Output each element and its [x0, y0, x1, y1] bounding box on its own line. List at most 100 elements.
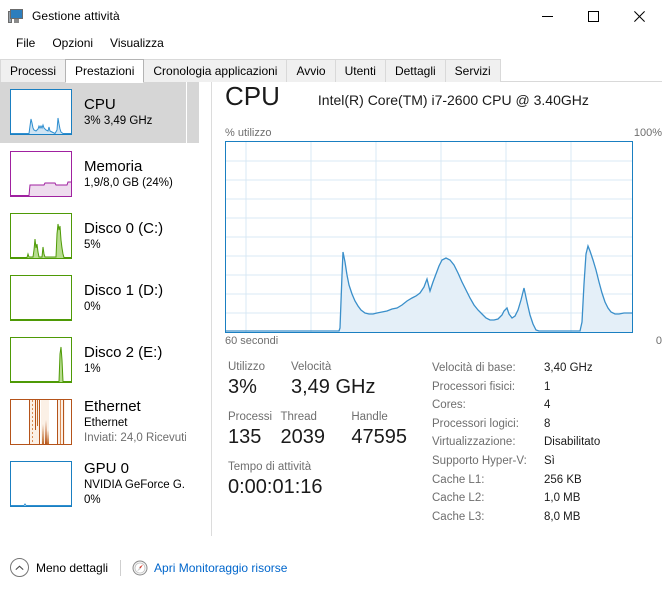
- sidebar-item-disco-0-title: Disco 0 (C:): [84, 219, 164, 237]
- detail-value-velocita-base: 3,40 GHz: [544, 362, 593, 374]
- sidebar-item-disco-0-sub: 5%: [84, 238, 101, 251]
- detail-row: Processori fisici: 1: [432, 378, 662, 397]
- detail-row: Velocità di base: 3,40 GHz: [432, 359, 662, 378]
- sidebar-item-disco-2[interactable]: Disco 2 (E:) 1%: [0, 329, 200, 391]
- sidebar-item-ethernet-title: Ethernet: [84, 398, 141, 415]
- stats-row1-values: 3% 3,49 GHz: [228, 375, 418, 400]
- tab-prestazioni[interactable]: Prestazioni: [65, 59, 145, 83]
- detail-row: Cache L3: 8,0 MB: [432, 508, 662, 527]
- detail-row: Virtualizzazione: Disabilitato: [432, 433, 662, 452]
- sidebar-scrollbar-thumb[interactable]: [187, 81, 199, 143]
- sidebar-item-cpu-sub: 3% 3,49 GHz: [84, 114, 153, 127]
- sidebar-item-disco-1[interactable]: Disco 1 (D:) 0%: [0, 267, 200, 329]
- sidebar-item-ethernet-traffic: Inviati: 24,0 Ricevuti: 56,: [84, 432, 200, 444]
- sidebar-item-gpu-0[interactable]: GPU 0 NVIDIA GeForce G... 0%: [0, 453, 200, 515]
- window-controls: [524, 0, 662, 32]
- detail-label-cache-l3: Cache L3:: [432, 510, 485, 523]
- detail-label-cache-l2: Cache L2:: [432, 492, 485, 505]
- cpu-header: CPU Intel(R) Core(TM) i7-2600 CPU @ 3.40…: [225, 81, 662, 121]
- stat-value-thread: 2039: [280, 426, 326, 448]
- detail-label-supporto-hyper-v: Supporto Hyper-V:: [432, 454, 527, 467]
- memoria-mini-graph: [10, 151, 72, 197]
- graph-axis-bottom: 60 secondi 0: [225, 335, 662, 347]
- cpu-model-name: Intel(R) Core(TM) i7-2600 CPU @ 3.40GHz: [317, 92, 589, 108]
- minimize-icon[interactable]: [524, 0, 570, 32]
- stat-label-thread: Thread: [280, 411, 317, 423]
- stat-label-velocita: Velocità: [291, 361, 332, 373]
- chevron-up-circle-icon[interactable]: [10, 558, 29, 577]
- detail-value-cache-l3: 8,0 MB: [544, 510, 581, 523]
- x-axis-label: 60 secondi: [225, 335, 279, 347]
- stats-row3-values: 0:00:01:16: [228, 475, 418, 500]
- sidebar-item-ethernet-sub: Ethernet: [84, 417, 128, 429]
- tab-cronologia-applicazioni[interactable]: Cronologia applicazioni: [143, 59, 288, 82]
- stats-row3-labels: Tempo di attività: [228, 459, 418, 475]
- graph-axis-top: % utilizzo 100%: [225, 127, 662, 139]
- sidebar-item-gpu-0-model: NVIDIA GeForce G...: [84, 479, 192, 491]
- disco-1-mini-graph: [10, 275, 72, 321]
- tab-avvio[interactable]: Avvio: [286, 59, 336, 82]
- title-bar: Gestione attività: [0, 0, 662, 32]
- detail-value-cache-l2: 1,0 MB: [544, 492, 581, 505]
- detail-row: Supporto Hyper-V: Sì: [432, 452, 662, 471]
- task-manager-icon: [8, 8, 24, 27]
- cpu-detail-panel: CPU Intel(R) Core(TM) i7-2600 CPU @ 3.40…: [225, 81, 662, 546]
- panel-divider: [211, 81, 212, 536]
- detail-value-processori-fisici: 1: [544, 380, 551, 393]
- sidebar-item-gpu-0-usage: 0%: [84, 494, 101, 506]
- detail-value-processori-logici: 8: [544, 417, 551, 430]
- sidebar-item-cpu[interactable]: CPU 3% 3,49 GHz: [0, 81, 200, 143]
- menu-item-visualizza[interactable]: Visualizza: [102, 34, 173, 52]
- maximize-icon[interactable]: [570, 0, 616, 32]
- detail-label-virtualizzazione: Virtualizzazione:: [432, 436, 516, 449]
- meno-dettagli-button[interactable]: Meno dettagli: [36, 561, 108, 575]
- cpu-stats-left: Utilizzo Velocità 3% 3,49 GHz Processi T…: [228, 359, 418, 509]
- sidebar-item-disco-0[interactable]: Disco 0 (C:) 5%: [0, 205, 200, 267]
- sidebar-item-ethernet[interactable]: Ethernet Ethernet Inviati: 24,0 Ricevuti…: [0, 391, 200, 453]
- gpu-0-mini-graph: [10, 461, 72, 507]
- menu-item-file[interactable]: File: [8, 34, 44, 52]
- close-icon[interactable]: [616, 0, 662, 32]
- sidebar-item-gpu-0-title: GPU 0: [84, 460, 130, 477]
- tab-dettagli[interactable]: Dettagli: [384, 59, 446, 82]
- stat-label-utilizzo: Utilizzo: [228, 361, 266, 373]
- window-title: Gestione attività: [32, 9, 120, 23]
- stat-value-utilizzo: 3%: [228, 376, 257, 398]
- disco-2-mini-graph: [10, 337, 72, 383]
- x-axis-min: 0: [655, 335, 662, 347]
- sidebar-item-disco-2-title: Disco 2 (E:): [84, 343, 163, 361]
- y-axis-max: 100%: [633, 127, 662, 139]
- cpu-utilization-graph[interactable]: [225, 141, 633, 333]
- sidebar-item-cpu-title: CPU: [84, 95, 116, 113]
- menu-item-opzioni[interactable]: Opzioni: [44, 34, 102, 52]
- detail-label-cores: Cores:: [432, 399, 466, 412]
- content-area: CPU 3% 3,49 GHz Memoria 1,9/8,0 GB (24%): [0, 81, 662, 546]
- detail-value-cache-l1: 256 KB: [544, 473, 582, 486]
- stats-row2-labels: Processi Thread Handle: [228, 409, 418, 425]
- stat-label-processi: Processi: [228, 411, 273, 423]
- detail-row: Cores: 4: [432, 396, 662, 415]
- y-axis-label: % utilizzo: [225, 127, 272, 139]
- apri-monitoraggio-risorse-link[interactable]: Apri Monitoraggio risorse: [154, 561, 287, 575]
- resource-monitor-icon: [132, 560, 148, 576]
- cpu-mini-graph: [10, 89, 72, 135]
- sidebar-scrollbar[interactable]: [186, 81, 200, 546]
- detail-value-cores: 4: [544, 399, 551, 412]
- sidebar-item-disco-2-sub: 1%: [84, 362, 101, 375]
- detail-label-velocita-base: Velocità di base:: [432, 362, 516, 374]
- sidebar-item-memoria[interactable]: Memoria 1,9/8,0 GB (24%): [0, 143, 200, 205]
- disco-0-mini-graph: [10, 213, 72, 259]
- stats-row2-values: 135 2039 47595: [228, 425, 418, 450]
- stat-value-tempo-attivita: 0:00:01:16: [228, 476, 323, 498]
- resource-sidebar[interactable]: CPU 3% 3,49 GHz Memoria 1,9/8,0 GB (24%): [0, 81, 200, 546]
- stat-value-processi: 135: [228, 426, 262, 448]
- tab-processi[interactable]: Processi: [0, 59, 67, 82]
- sidebar-item-disco-1-sub: 0%: [84, 300, 101, 313]
- sidebar-item-memoria-sub: 1,9/8,0 GB (24%): [84, 176, 173, 189]
- tab-servizi[interactable]: Servizi: [444, 59, 501, 82]
- status-bar: Meno dettagli Apri Monitoraggio risorse: [0, 546, 662, 589]
- stat-value-handle: 47595: [351, 426, 407, 448]
- sidebar-item-disco-1-title: Disco 1 (D:): [84, 281, 164, 299]
- cpu-stats: Utilizzo Velocità 3% 3,49 GHz Processi T…: [225, 359, 662, 523]
- tab-utenti[interactable]: Utenti: [334, 59, 386, 82]
